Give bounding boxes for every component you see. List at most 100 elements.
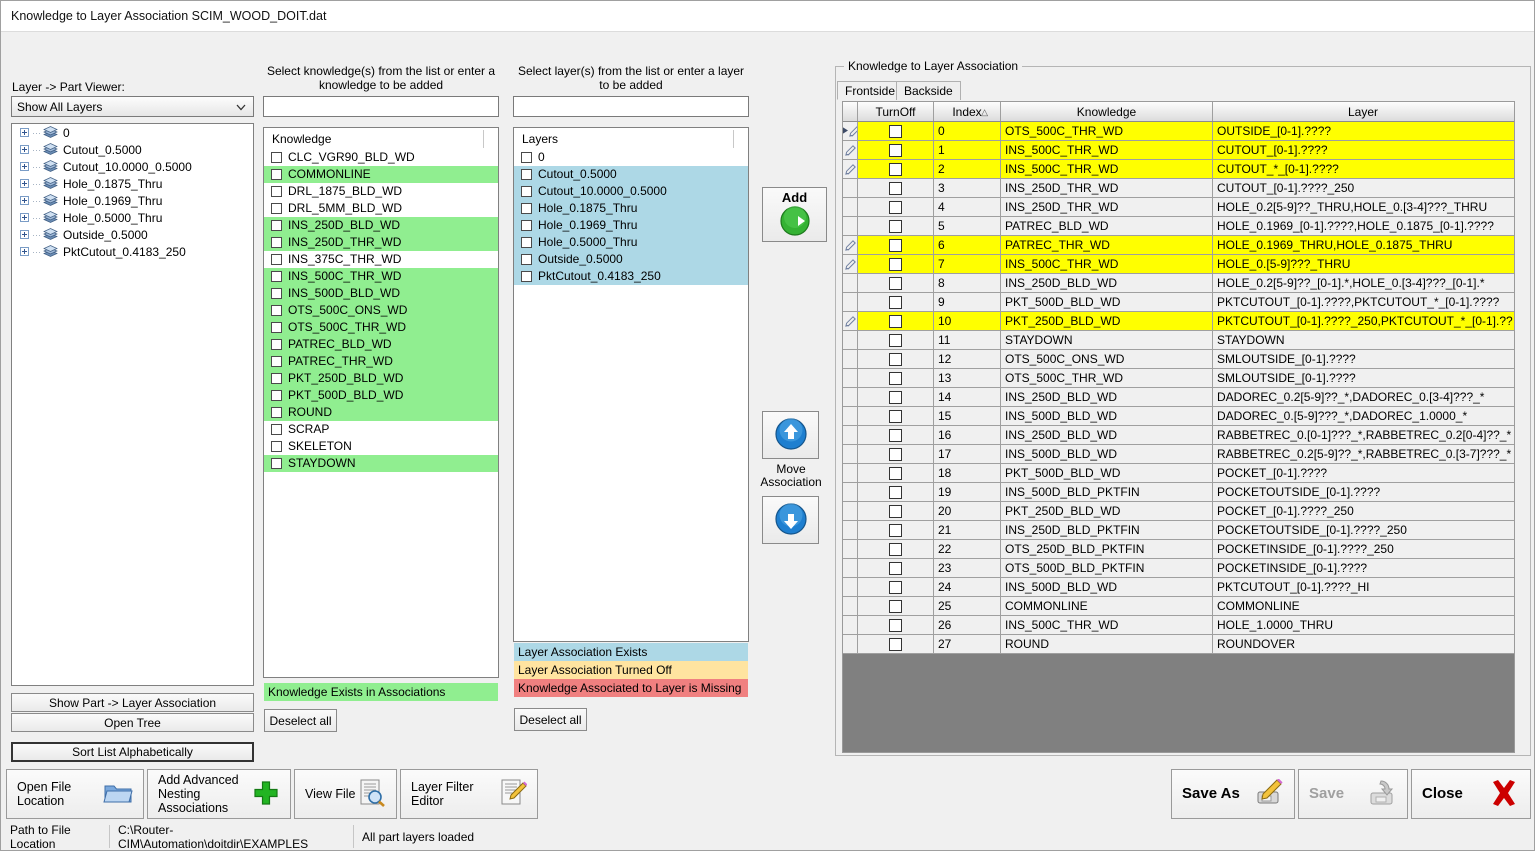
layer-cell[interactable]: STAYDOWN [1213, 331, 1513, 349]
table-row[interactable]: 24INS_500D_BLD_WDPKTCUTOUT_[0-1].????_HI [843, 578, 1514, 597]
knowledge-cell[interactable]: PKT_500D_BLD_WD [1001, 464, 1213, 482]
turnoff-cell[interactable] [858, 540, 934, 558]
turnoff-checkbox[interactable] [889, 543, 902, 556]
layer-cell[interactable]: ROUNDOVER [1213, 635, 1513, 653]
turnoff-checkbox[interactable] [889, 486, 902, 499]
index-cell[interactable]: 27 [934, 635, 1001, 653]
knowledge-item[interactable]: INS_500C_THR_WD [264, 268, 498, 285]
index-cell[interactable]: 6 [934, 236, 1001, 254]
layer-cell[interactable]: RABBETREC_0.2[5-9]??_*,RABBETREC_0.[3-7]… [1213, 445, 1513, 463]
knowledge-item[interactable]: PATREC_BLD_WD [264, 336, 498, 353]
knowledge-checkbox[interactable] [271, 254, 282, 265]
index-cell[interactable]: 22 [934, 540, 1001, 558]
knowledge-cell[interactable]: INS_250D_THR_WD [1001, 179, 1213, 197]
tree-item[interactable]: ···Outside_0.5000 [12, 226, 253, 243]
row-header[interactable] [843, 198, 858, 216]
turnoff-checkbox[interactable] [889, 372, 902, 385]
knowledge-item[interactable]: INS_250D_THR_WD [264, 234, 498, 251]
knowledge-checkbox[interactable] [271, 424, 282, 435]
layer-cell[interactable]: CUTOUT_[0-1].???? [1213, 141, 1513, 159]
layer-filter-combobox[interactable]: Show All Layers [11, 96, 254, 117]
knowledge-item[interactable]: PKT_250D_BLD_WD [264, 370, 498, 387]
layer-cell[interactable]: HOLE_0.1969_[0-1].????,HOLE_0.1875_[0-1]… [1213, 217, 1513, 235]
turnoff-cell[interactable] [858, 274, 934, 292]
table-row[interactable]: 17INS_500D_BLD_WDRABBETREC_0.2[5-9]??_*,… [843, 445, 1514, 464]
grid-header-index[interactable]: Index △ [934, 102, 1001, 121]
layer-item[interactable]: Hole_0.1875_Thru [514, 200, 748, 217]
layer-checkbox[interactable] [521, 186, 532, 197]
row-header[interactable] [843, 521, 858, 539]
grid-header-layer[interactable]: Layer [1213, 102, 1513, 121]
index-cell[interactable]: 23 [934, 559, 1001, 577]
layers-deselect-all-button[interactable]: Deselect all [514, 708, 587, 731]
layer-cell[interactable]: HOLE_1.0000_THRU [1213, 616, 1513, 634]
layer-checkbox[interactable] [521, 152, 532, 163]
table-row[interactable]: 13OTS_500C_THR_WDSMLOUTSIDE_[0-1].???? [843, 369, 1514, 388]
row-header[interactable] [843, 122, 858, 140]
table-row[interactable]: 9PKT_500D_BLD_WDPKTCUTOUT_[0-1].????,PKT… [843, 293, 1514, 312]
index-cell[interactable]: 14 [934, 388, 1001, 406]
table-row[interactable]: 16INS_250D_BLD_WDRABBETREC_0.[0-1]???_*,… [843, 426, 1514, 445]
index-cell[interactable]: 1 [934, 141, 1001, 159]
layer-input[interactable] [513, 96, 749, 117]
knowledge-checkbox[interactable] [271, 441, 282, 452]
knowledge-cell[interactable]: INS_500D_BLD_WD [1001, 445, 1213, 463]
row-header[interactable] [843, 293, 858, 311]
index-cell[interactable]: 21 [934, 521, 1001, 539]
layer-checkbox[interactable] [521, 237, 532, 248]
knowledge-checkbox[interactable] [271, 220, 282, 231]
knowledge-checkbox[interactable] [271, 305, 282, 316]
turnoff-cell[interactable] [858, 578, 934, 596]
row-header[interactable] [843, 236, 858, 254]
index-cell[interactable]: 7 [934, 255, 1001, 273]
turnoff-checkbox[interactable] [889, 581, 902, 594]
index-cell[interactable]: 17 [934, 445, 1001, 463]
turnoff-checkbox[interactable] [889, 334, 902, 347]
layer-item[interactable]: Hole_0.5000_Thru [514, 234, 748, 251]
knowledge-checkbox[interactable] [271, 390, 282, 401]
knowledge-cell[interactable]: PATREC_BLD_WD [1001, 217, 1213, 235]
index-cell[interactable]: 2 [934, 160, 1001, 178]
add-advanced-nesting-associations-button[interactable]: Add Advanced Nesting Associations [147, 769, 291, 819]
knowledge-checkbox[interactable] [271, 322, 282, 333]
row-header[interactable] [843, 483, 858, 501]
turnoff-cell[interactable] [858, 407, 934, 425]
layer-cell[interactable]: COMMONLINE [1213, 597, 1513, 615]
layer-item[interactable]: Outside_0.5000 [514, 251, 748, 268]
layer-cell[interactable]: PKTCUTOUT_[0-1].????_HI [1213, 578, 1513, 596]
layer-checkbox[interactable] [521, 271, 532, 282]
table-row[interactable]: 5PATREC_BLD_WDHOLE_0.1969_[0-1].????,HOL… [843, 217, 1514, 236]
knowledge-cell[interactable]: INS_250D_THR_WD [1001, 198, 1213, 216]
row-header[interactable] [843, 540, 858, 558]
row-header[interactable] [843, 502, 858, 520]
knowledge-cell[interactable]: STAYDOWN [1001, 331, 1213, 349]
turnoff-cell[interactable] [858, 179, 934, 197]
knowledge-item[interactable]: SCRAP [264, 421, 498, 438]
index-cell[interactable]: 25 [934, 597, 1001, 615]
tree-item[interactable]: ···Cutout_10.0000_0.5000 [12, 158, 253, 175]
knowledge-checkbox[interactable] [271, 169, 282, 180]
knowledge-cell[interactable]: COMMONLINE [1001, 597, 1213, 615]
table-row[interactable]: 20PKT_250D_BLD_WDPOCKET_[0-1].????_250 [843, 502, 1514, 521]
layer-item[interactable]: Hole_0.1969_Thru [514, 217, 748, 234]
view-file-button[interactable]: View File [294, 769, 397, 819]
layer-filter-editor-button[interactable]: Layer Filter Editor [400, 769, 538, 819]
turnoff-cell[interactable] [858, 141, 934, 159]
turnoff-cell[interactable] [858, 521, 934, 539]
turnoff-checkbox[interactable] [889, 448, 902, 461]
knowledge-item[interactable]: OTS_500C_THR_WD [264, 319, 498, 336]
table-row[interactable]: 4INS_250D_THR_WDHOLE_0.2[5-9]??_THRU,HOL… [843, 198, 1514, 217]
row-header[interactable] [843, 616, 858, 634]
layer-cell[interactable]: PKTCUTOUT_[0-1].????,PKTCUTOUT_*_[0-1].?… [1213, 293, 1513, 311]
turnoff-checkbox[interactable] [889, 315, 902, 328]
layer-cell[interactable]: POCKET_[0-1].???? [1213, 464, 1513, 482]
index-cell[interactable]: 20 [934, 502, 1001, 520]
table-row[interactable]: 27ROUNDROUNDOVER [843, 635, 1514, 654]
layer-cell[interactable]: SMLOUTSIDE_[0-1].???? [1213, 369, 1513, 387]
index-cell[interactable]: 18 [934, 464, 1001, 482]
index-cell[interactable]: 12 [934, 350, 1001, 368]
layer-item[interactable]: Cutout_10.0000_0.5000 [514, 183, 748, 200]
turnoff-cell[interactable] [858, 160, 934, 178]
knowledge-item[interactable]: SKELETON [264, 438, 498, 455]
turnoff-cell[interactable] [858, 597, 934, 615]
